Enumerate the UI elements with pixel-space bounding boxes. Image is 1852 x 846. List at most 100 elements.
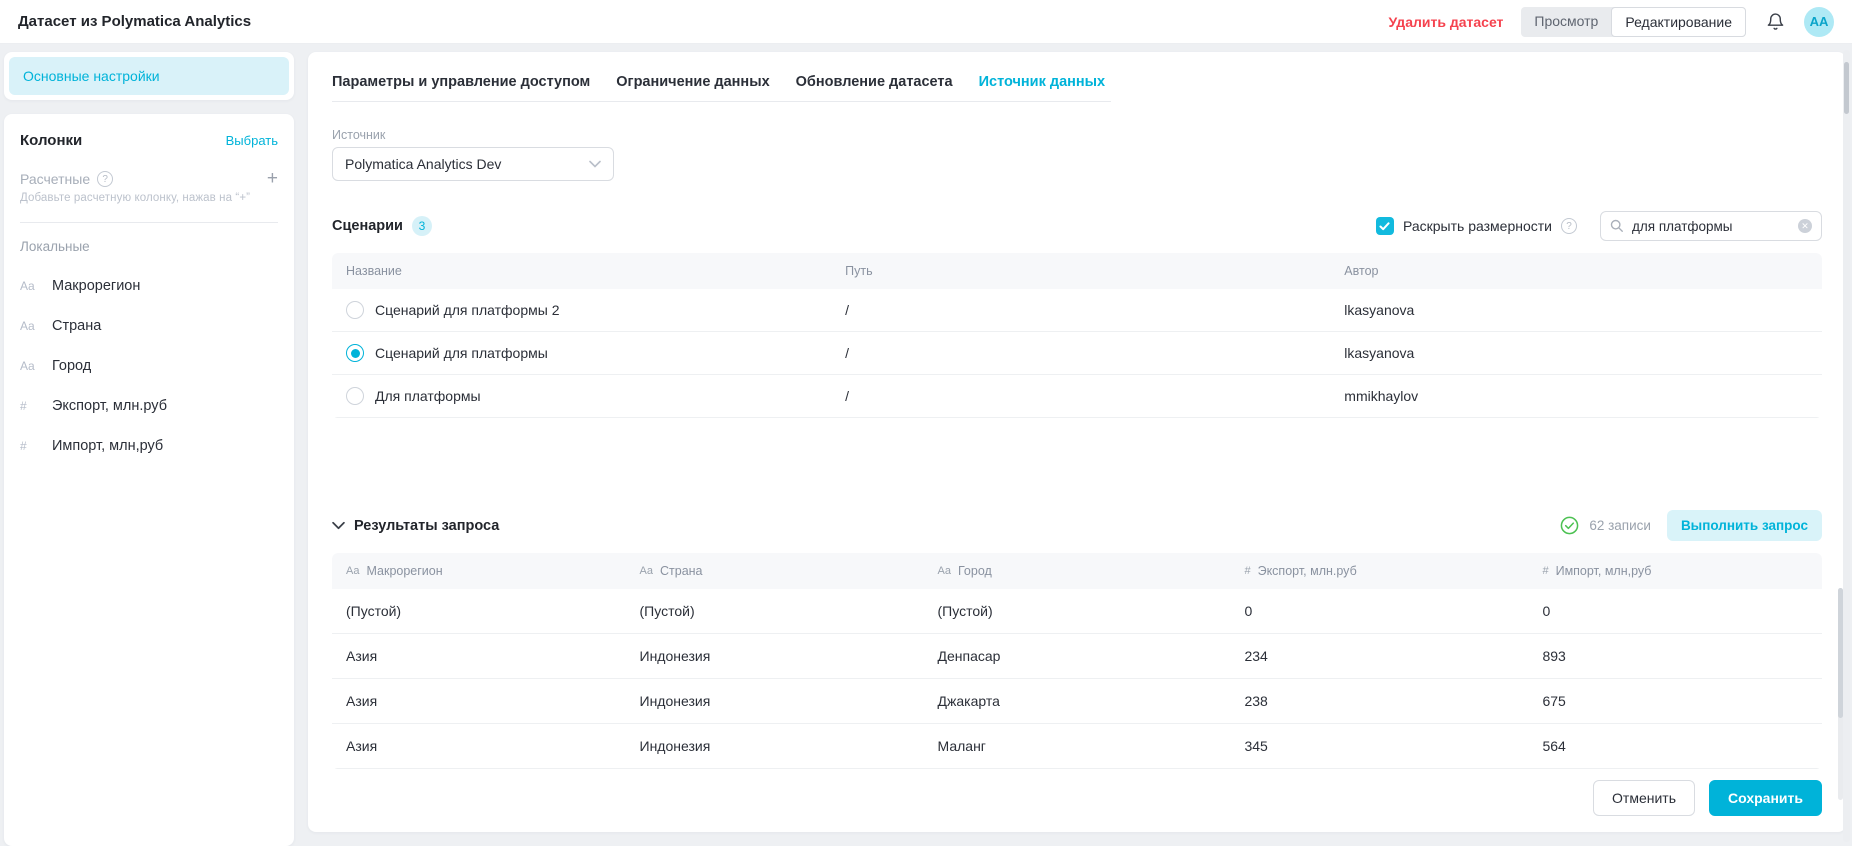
run-query-button[interactable]: Выполнить запрос [1667, 510, 1822, 541]
cell: 345 [1230, 738, 1528, 754]
cell: Азия [332, 693, 626, 709]
column-header: Импорт, млн,руб [1556, 564, 1652, 578]
results-title: Результаты запроса [354, 518, 499, 534]
scenario-search: ✕ [1600, 211, 1822, 241]
save-button[interactable]: Сохранить [1709, 780, 1822, 816]
sidebar-item-main-settings[interactable]: Основные настройки [9, 57, 289, 95]
tab-params-access[interactable]: Параметры и управление доступом [332, 74, 590, 90]
calculated-columns-hint: Добавьте расчетную колонку, нажав на “+” [20, 192, 278, 204]
column-label: Город [52, 358, 91, 374]
scenario-search-input[interactable] [1632, 219, 1790, 234]
result-row: Азия Индонезия Маланг 345 564 [332, 724, 1822, 769]
text-type-icon: Aa [346, 565, 359, 577]
cell: 893 [1528, 648, 1822, 664]
tab-data-restriction[interactable]: Ограничение данных [616, 74, 769, 90]
column-item[interactable]: # Импорт, млн,руб [20, 438, 278, 454]
results-header: Результаты запроса 62 записи Выполнить з… [332, 510, 1822, 541]
tab-bar: Параметры и управление доступом Ограниче… [332, 74, 1111, 102]
text-type-icon: Aa [938, 565, 951, 577]
scenario-author: mmikhaylov [1330, 388, 1822, 404]
cell: 0 [1528, 603, 1822, 619]
cell: Азия [332, 738, 626, 754]
result-row: (Пустой) (Пустой) (Пустой) 0 0 [332, 589, 1822, 634]
text-type-icon: Aa [640, 565, 653, 577]
cell: Индонезия [626, 738, 924, 754]
column-header-path: Путь [831, 264, 1330, 278]
expand-dimensions-checkbox[interactable] [1376, 217, 1394, 235]
cell: Денпасар [924, 648, 1231, 664]
tab-dataset-update[interactable]: Обновление датасета [796, 74, 953, 90]
cell: Азия [332, 648, 626, 664]
clear-search-icon[interactable]: ✕ [1798, 219, 1812, 233]
number-type-icon: # [1542, 565, 1548, 577]
scenario-name: Сценарий для платформы [375, 345, 548, 361]
help-icon[interactable]: ? [1561, 218, 1577, 234]
radio-button-selected[interactable] [346, 344, 364, 362]
column-item[interactable]: # Экспорт, млн.руб [20, 398, 278, 414]
cell: (Пустой) [332, 603, 626, 619]
cell: 234 [1230, 648, 1528, 664]
radio-button[interactable] [346, 387, 364, 405]
column-item[interactable]: Aa Город [20, 358, 278, 374]
records-count: 62 записи [1589, 518, 1651, 533]
source-select-value: Polymatica Analytics Dev [345, 156, 501, 172]
sidebar: Основные настройки Колонки Выбрать Расче… [4, 52, 294, 846]
notifications-bell-icon[interactable] [1764, 11, 1786, 33]
cell: (Пустой) [924, 603, 1231, 619]
columns-panel: Колонки Выбрать Расчетные ? + Добавьте р… [4, 114, 294, 846]
scenario-path: / [831, 302, 1330, 318]
top-bar-actions: Удалить датасет Просмотр Редактирование … [1388, 7, 1834, 37]
top-bar: Датасет из Polymatica Analytics Удалить … [0, 0, 1852, 44]
text-type-icon: Aa [20, 319, 40, 333]
cell: 238 [1230, 693, 1528, 709]
help-icon[interactable]: ? [97, 171, 113, 187]
column-label: Импорт, млн,руб [52, 438, 163, 454]
result-row: Азия Индонезия Джакарта 238 675 [332, 679, 1822, 724]
sidebar-nav-card: Основные настройки [4, 52, 294, 100]
cancel-button[interactable]: Отменить [1593, 780, 1695, 816]
user-avatar[interactable]: AA [1804, 7, 1834, 37]
cell: 0 [1230, 603, 1528, 619]
choose-columns-link[interactable]: Выбрать [226, 133, 278, 148]
cell: Джакарта [924, 693, 1231, 709]
scenario-author: lkasyanova [1330, 302, 1822, 318]
radio-button[interactable] [346, 301, 364, 319]
scenario-name: Для платформы [375, 388, 481, 404]
mode-switch: Просмотр Редактирование [1521, 7, 1746, 37]
columns-title: Колонки [20, 132, 82, 149]
cell: Индонезия [626, 693, 924, 709]
scenario-name: Сценарий для платформы 2 [375, 302, 560, 318]
column-label: Страна [52, 318, 101, 334]
view-mode-button[interactable]: Просмотр [1521, 7, 1611, 37]
column-label: Экспорт, млн.руб [52, 398, 167, 414]
number-type-icon: # [20, 439, 40, 453]
add-calculated-column-button[interactable]: + [267, 172, 278, 186]
edit-mode-button[interactable]: Редактирование [1611, 7, 1746, 37]
column-item[interactable]: Aa Страна [20, 318, 278, 334]
scenario-row[interactable]: Сценарий для платформы 2 / lkasyanova [332, 289, 1822, 332]
scenarios-count-badge: 3 [412, 216, 432, 236]
scenario-row-selected[interactable]: Сценарий для платформы / lkasyanova [332, 332, 1822, 375]
source-select[interactable]: Polymatica Analytics Dev [332, 147, 614, 181]
text-type-icon: Aa [20, 279, 40, 293]
source-label: Источник [332, 128, 1822, 142]
tab-data-source[interactable]: Источник данных [979, 74, 1106, 90]
delete-dataset-button[interactable]: Удалить датасет [1388, 14, 1503, 30]
cell: 675 [1528, 693, 1822, 709]
expand-dimensions-label[interactable]: Раскрыть размерности [1403, 218, 1552, 234]
window-scrollbar[interactable] [1843, 50, 1850, 842]
column-header: Макрорегион [366, 564, 442, 578]
scenarios-header: Сценарии 3 Раскрыть размерности ? ✕ [332, 211, 1822, 241]
column-label: Макрорегион [52, 278, 140, 294]
calculated-columns-label: Расчетные [20, 171, 90, 187]
cell: Маланг [924, 738, 1231, 754]
column-item[interactable]: Aa Макрорегион [20, 278, 278, 294]
column-header-name: Название [332, 264, 831, 278]
cell: Индонезия [626, 648, 924, 664]
page-body: Основные настройки Колонки Выбрать Расче… [0, 44, 1852, 846]
collapse-chevron-icon[interactable] [332, 521, 345, 530]
column-header: Страна [660, 564, 703, 578]
footer-actions: Отменить Сохранить [1593, 780, 1822, 816]
scenario-author: lkasyanova [1330, 345, 1822, 361]
scenario-row[interactable]: Для платформы / mmikhaylov [332, 375, 1822, 418]
